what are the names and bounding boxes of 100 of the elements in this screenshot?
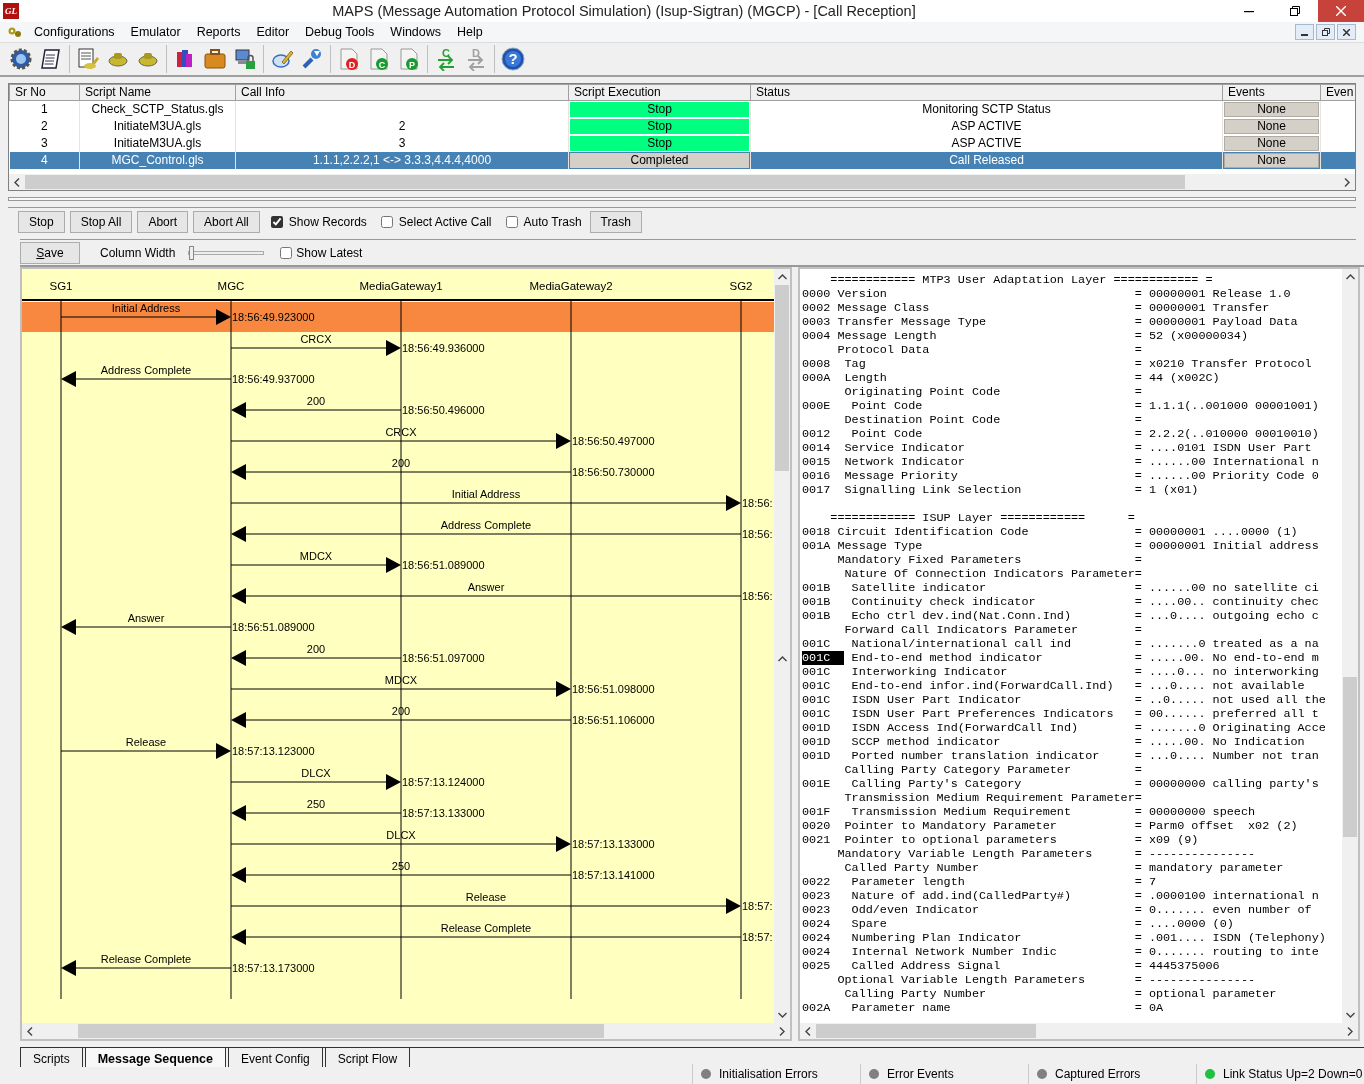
field-name: Echo ctrl dev.ind(Nat.Conn.Ind) (850, 609, 1072, 623)
minimize-button[interactable] (1295, 24, 1314, 40)
horizontal-scrollbar[interactable] (9, 174, 1355, 190)
menu-item[interactable]: Configurations (26, 21, 123, 43)
events-button[interactable]: None (1224, 118, 1319, 134)
menu-item[interactable]: Emulator (122, 21, 189, 43)
vertical-scrollbar[interactable] (1342, 269, 1358, 1023)
restore-button[interactable] (1316, 24, 1335, 40)
action-button[interactable]: Trash (589, 210, 642, 233)
events-button[interactable]: None (1224, 101, 1319, 117)
offset-text: 000A (802, 371, 832, 385)
scroll-thumb[interactable] (775, 285, 789, 471)
action-button[interactable]: Abort (137, 210, 189, 233)
timestamp: 18:57:13.123000 (232, 745, 315, 757)
field-value: = x09 (9) (1134, 833, 1199, 847)
message-label: Address Complete (440, 519, 532, 531)
table-cell: 2 (40, 119, 48, 133)
field-value: = optional parameter (1134, 987, 1277, 1001)
offset-text: 0002 (802, 301, 832, 315)
field-name: Called Party Number (843, 861, 980, 875)
menu-item[interactable]: Editor (248, 21, 298, 43)
field-name: Transmission Medium Requirement (850, 805, 1072, 819)
table-row[interactable]: 1 Check_SCTP_Status.gls Stop Monitoring SCTP Status None (9, 100, 1355, 118)
offset-text: 0014 (802, 441, 832, 455)
checkbox[interactable] (505, 215, 518, 228)
message-label: Release Complete (100, 953, 192, 965)
action-button[interactable]: Stop (18, 210, 65, 233)
offset-text: 0021 (802, 833, 832, 847)
action-button[interactable]: Abort All (193, 210, 260, 233)
slider-thumb[interactable] (189, 245, 195, 260)
action-button[interactable]: Stop All (69, 210, 133, 233)
message-label: DLCX (386, 829, 416, 841)
timestamp: 18:57:13.173000 (232, 962, 315, 974)
column-header[interactable]: Sr No (9, 84, 80, 101)
field-value: = --------------- (1134, 973, 1256, 987)
timestamp: 18:56:51.089000 (232, 621, 315, 633)
field-value: = 52 (x00000034) (1134, 329, 1248, 343)
offset-text: 0022 (802, 875, 832, 889)
action-button[interactable]: Save (20, 241, 80, 264)
table-row[interactable]: 3 InitiateM3UA.gls 3 Stop ASP ACTIVE None (9, 134, 1355, 152)
offset-text: 001F (802, 805, 832, 819)
field-name: Calling Party's Category (850, 777, 1023, 791)
field-value: = Parm0 offset x02 (2) (1134, 819, 1298, 833)
menu-item[interactable]: Help (449, 21, 491, 43)
column-header[interactable]: Events (1222, 84, 1321, 101)
events-button[interactable]: None (1224, 135, 1319, 151)
close-icon (1336, 6, 1346, 16)
field-value: = 00000000 calling party's (1134, 777, 1319, 791)
offset-text: 001C (802, 651, 845, 665)
field-name: Called Address Signal (850, 959, 1002, 973)
field-value: = ...0.... outgoing echo c (1134, 609, 1319, 623)
status-cell: Completed (570, 152, 749, 168)
field-name: Calling Party Number (843, 987, 988, 1001)
menu-item[interactable]: Reports (188, 21, 249, 43)
tab[interactable]: Scripts (20, 1048, 83, 1067)
field-name: Length (843, 371, 888, 385)
menu-item[interactable]: Debug Tools (297, 21, 383, 43)
column-header[interactable]: Script Name (79, 84, 236, 101)
offset-text: 0024 (802, 945, 832, 959)
participant-label: SG2 (729, 280, 753, 292)
checkbox[interactable] (280, 246, 293, 259)
message-label: DLCX (301, 767, 331, 779)
close-button[interactable] (1337, 24, 1356, 40)
message-label: CRCX (300, 333, 332, 345)
horizontal-scrollbar[interactable] (800, 1023, 1358, 1039)
events-button[interactable]: None (1224, 152, 1319, 168)
tab[interactable]: Event Config (228, 1048, 323, 1067)
field-name: Version (837, 287, 888, 301)
table-row[interactable]: 4 MGC_Control.gls 1.1.1,2.2.2,1 <-> 3.3.3,4.4.4,4000 Completed Call Released None (9, 151, 1355, 169)
field-value: = (1134, 763, 1142, 777)
field-value: = (1127, 511, 1135, 525)
scroll-thumb[interactable] (1343, 677, 1357, 837)
column-header[interactable]: Call Info (235, 84, 569, 101)
tab[interactable]: Message Sequence (84, 1048, 227, 1067)
field-value: = ....0000 (0) (1134, 917, 1234, 931)
checkbox[interactable] (270, 215, 283, 228)
table-row[interactable]: 2 InitiateM3UA.gls 2 Stop ASP ACTIVE None (9, 117, 1355, 135)
field-value: = ......00 International n (1134, 455, 1319, 469)
field-name: Parameter length (850, 875, 966, 889)
horizontal-scrollbar[interactable] (22, 1023, 790, 1039)
field-name: Continuity check indicator (850, 595, 1037, 609)
offset-text: 001D (802, 735, 832, 749)
column-header[interactable]: Even (1320, 84, 1355, 101)
field-value: = (1134, 791, 1142, 805)
offset-text: 0000 (802, 287, 832, 301)
checkbox[interactable] (380, 215, 393, 228)
field-value: = x0210 Transfer Protocol (1134, 357, 1312, 371)
column-header[interactable]: Status (750, 84, 1223, 101)
menu-item[interactable]: Windows (382, 21, 450, 43)
message-label: MDCX (299, 550, 333, 562)
column-header[interactable]: Script Execution (568, 84, 751, 101)
field-name: Mandatory Variable Length Parameters (837, 847, 1094, 861)
status-cell: Stop (570, 118, 749, 134)
offset-text: 001D (802, 721, 832, 735)
restore-icon (1290, 6, 1300, 16)
tab[interactable]: Script Flow (324, 1048, 411, 1067)
status-text: Link Status Up=2 Down=0 (1223, 1066, 1363, 1083)
vertical-scrollbar[interactable] (774, 269, 790, 1023)
message-label: 200 (391, 705, 411, 717)
field-name: Service Indicator (843, 441, 966, 455)
